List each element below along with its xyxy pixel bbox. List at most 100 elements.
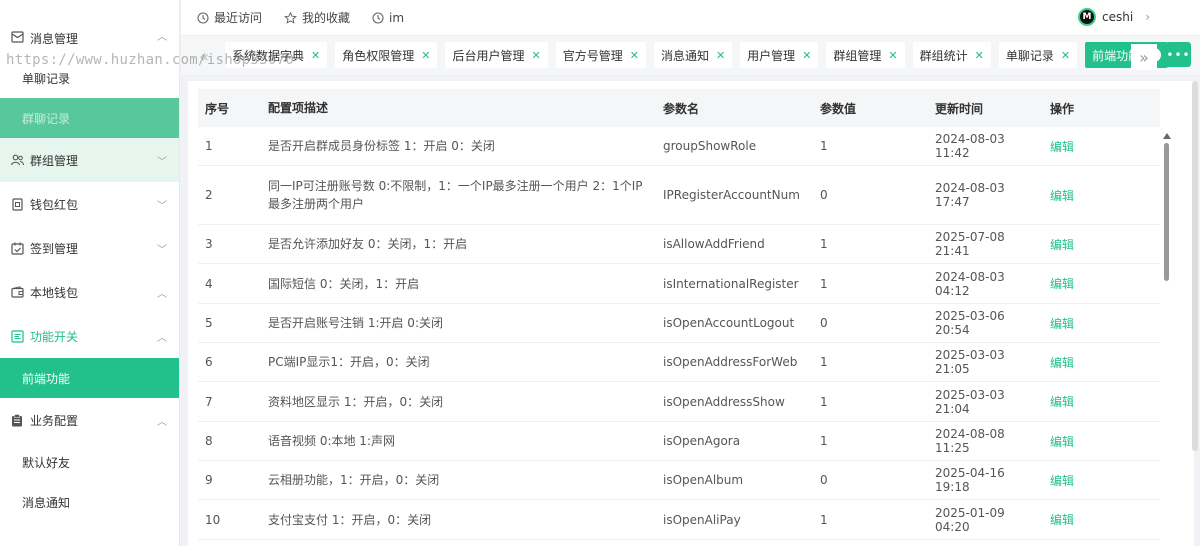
chevron-up-icon: ︿ [157,332,167,344]
tab-label: 群组统计 [919,48,968,63]
header-update-time: 更新时间 [935,101,984,116]
sidebar-group-local-wallet[interactable]: 本地钱包 ︿ [0,270,179,314]
user-menu[interactable]: M ceshi › [1078,8,1150,26]
cell-index: 7 [205,394,213,409]
username: ceshi [1102,10,1134,24]
table-scrollbar[interactable] [1163,133,1171,546]
sidebar-group-wallet[interactable]: 钱包红包 ﹀ [0,182,179,226]
table-row: 3 是否允许添加好友 0：关闭，1：开启 isAllowAddFriend 1 … [198,225,1160,264]
tabs-bar: « 系统数据字典 ✕ 角色权限管理 ✕ 后台用户管理 ✕ 官方号管理 ✕ 消息通知 ✕ 用… [181,36,1200,76]
close-icon[interactable]: ✕ [531,49,540,62]
cell-param-value: 1 [820,276,828,291]
cell-index: 4 [205,276,213,291]
sidebar-group-groups[interactable]: 群组管理 ﹀ [0,138,179,182]
cell-param-name: groupShowRole [663,139,757,153]
table-row: 7 资料地区显示 1：开启，0：关闭 isOpenAddressShow 1 2… [198,382,1160,422]
cell-update-time: 2025-03-06 20:54 [935,309,1005,337]
cell-param-value: 1 [820,394,828,409]
topbar: 最近访问 我的收藏 im M ceshi › [181,0,1200,36]
edit-link[interactable]: 编辑 [1050,317,1074,331]
page-scrollbar[interactable] [1192,81,1198,451]
edit-link[interactable]: 编辑 [1050,277,1074,291]
close-icon[interactable]: ✕ [802,49,811,62]
chevron-up-icon: ︿ [157,288,167,300]
tab-official-accounts[interactable]: 官方号管理 ✕ [555,42,646,68]
tabs-next-button[interactable]: » [1131,44,1157,70]
cell-param-name: isInternationalRegister [663,276,799,291]
recent-visits-label: 最近访问 [214,11,263,25]
tabs-prev-button[interactable]: « [194,46,214,66]
tab-group-management[interactable]: 群组管理 ✕ [826,42,905,68]
sidebar-group-feature-switch[interactable]: 功能开关 ︿ [0,314,179,358]
tab-label: 消息通知 [660,48,709,63]
close-icon[interactable]: ✕ [975,49,984,62]
app-root: 消息管理 ︿ 单聊记录 群聊记录 群组管理 ﹀ 钱包红包 ﹀ 签到管理 ﹀ 本地… [0,0,1200,546]
recent-visits-link[interactable]: 最近访问 [197,9,262,26]
close-icon[interactable]: ✕ [888,49,897,62]
cell-index: 2 [205,188,213,202]
edit-link[interactable]: 编辑 [1050,356,1074,370]
tab-role-permissions[interactable]: 角色权限管理 ✕ [335,42,438,68]
tab-dictionary[interactable]: 系统数据字典 ✕ [225,42,328,68]
cell-description: 是否允许添加好友 0：关闭，1：开启 [268,237,468,251]
sidebar-group-business-config[interactable]: 业务配置 ︿ [0,398,179,442]
clock-icon [197,11,209,24]
im-link[interactable]: im [372,11,404,25]
tab-label: 用户管理 [747,48,796,63]
cell-description: PC端IP显示1：开启，0：关闭 [268,355,430,369]
close-icon[interactable]: ✕ [1061,49,1070,62]
scroll-up-icon[interactable] [1163,133,1171,139]
wallet-icon [10,197,24,211]
close-icon[interactable]: ✕ [716,49,725,62]
clipboard-icon [10,413,24,427]
cell-description: 云相册功能，1：开启，0：关闭 [268,473,440,487]
cell-description: 是否开启账号注销 1:开启 0:关闭 [268,316,443,330]
header-param-name: 参数名 [663,101,700,116]
tab-message-notify[interactable]: 消息通知 ✕ [653,42,733,68]
sidebar-group-label: 本地钱包 [30,285,79,300]
header-index: 序号 [205,101,230,116]
calendar-icon [10,241,24,255]
edit-link[interactable]: 编辑 [1050,435,1074,449]
cell-index: 8 [205,434,213,448]
cell-index: 9 [205,473,213,487]
cell-param-value: 0 [820,316,828,330]
edit-link[interactable]: 编辑 [1050,238,1074,252]
tab-label: 官方号管理 [562,48,623,63]
sidebar-group-label: 签到管理 [30,241,79,256]
cell-description: 资料地区显示 1：开启，0：关闭 [268,394,444,409]
sidebar-item-single-chat[interactable]: 单聊记录 [0,58,179,98]
close-icon[interactable]: ✕ [311,49,320,62]
tab-admin-users[interactable]: 后台用户管理 ✕ [445,42,548,68]
table-header: 序号 配置项描述 参数名 参数值 更新时间 操作 [198,89,1160,127]
message-icon [10,30,24,44]
table-row: 6 PC端IP显示1：开启，0：关闭 isOpenAddressForWeb 1… [198,343,1160,382]
cell-update-time: 2024-08-03 11:42 [935,132,1005,160]
cell-param-value: 0 [820,188,828,202]
main-content: 序号 配置项描述 参数名 参数值 更新时间 操作 1 是否开启群成员身份标签 1… [188,81,1194,546]
sidebar-item-default-friends[interactable]: 默认好友 [0,442,179,482]
table-row: 10 支付宝支付 1：开启，0：关闭 isOpenAliPay 1 2025-0… [198,500,1160,540]
sidebar-item-group-chat[interactable]: 群聊记录 [0,98,179,138]
sidebar-group-checkin[interactable]: 签到管理 ﹀ [0,226,179,270]
sidebar-item-frontend-features[interactable]: 前端功能 [0,358,179,398]
sidebar-item-message-notify[interactable]: 消息通知 [0,482,179,522]
star-icon [284,11,297,24]
favorites-link[interactable]: 我的收藏 [284,9,350,26]
tab-single-chat[interactable]: 单聊记录 ✕ [998,42,1078,68]
edit-link[interactable]: 编辑 [1050,140,1074,154]
cell-description: 是否开启群成员身份标签 1：开启 0：关闭 [268,139,495,153]
chevron-up-icon: ︿ [157,416,167,428]
edit-link[interactable]: 编辑 [1050,395,1074,409]
edit-link[interactable]: 编辑 [1050,474,1074,488]
cell-param-name: isOpenAddressForWeb [663,355,798,369]
edit-link[interactable]: 编辑 [1050,513,1074,527]
cell-update-time: 2025-04-16 19:18 [935,466,1005,494]
edit-link[interactable]: 编辑 [1050,189,1074,203]
tab-group-stats[interactable]: 群组统计 ✕ [912,42,991,68]
more-icon[interactable]: ••• [1166,42,1191,67]
tab-user-management[interactable]: 用户管理 ✕ [740,42,819,68]
close-icon[interactable]: ✕ [421,49,430,62]
scroll-thumb[interactable] [1164,143,1169,281]
close-icon[interactable]: ✕ [630,49,639,62]
